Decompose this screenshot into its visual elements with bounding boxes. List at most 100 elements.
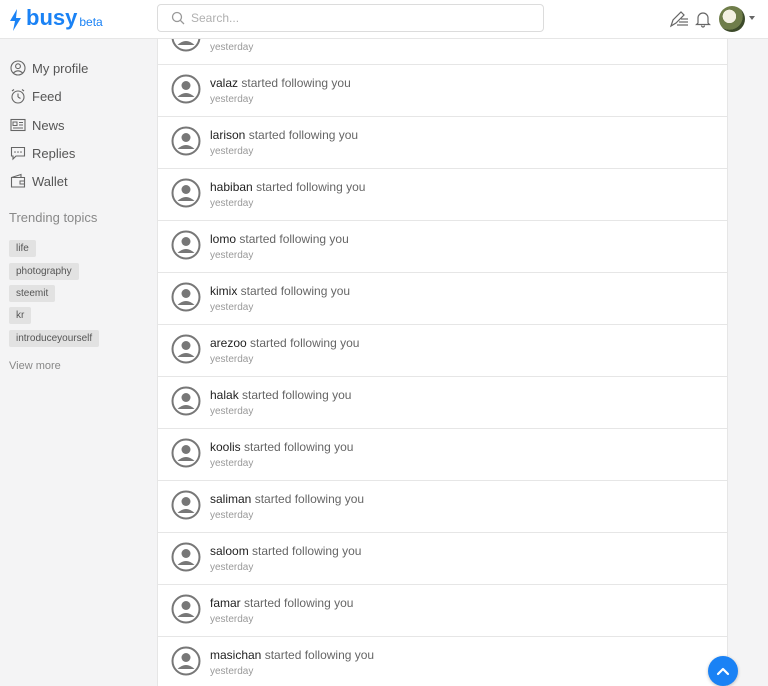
notification-text: halak started following you <box>210 388 351 402</box>
notification-text: habiban started following you <box>210 180 365 194</box>
notification-row[interactable]: arezoo started following you yesterday <box>158 325 727 377</box>
notification-timestamp: yesterday <box>210 250 254 261</box>
sidebar-item-wallet[interactable]: Wallet <box>10 173 68 189</box>
notification-timestamp: yesterday <box>210 406 254 417</box>
logo-beta-label: beta <box>79 15 103 29</box>
notification-text: arezoo started following you <box>210 336 359 350</box>
notification-action: started following you <box>264 648 375 662</box>
default-avatar-icon[interactable] <box>171 334 201 364</box>
bolt-icon <box>10 9 21 31</box>
notification-text: valaz started following you <box>210 76 351 90</box>
notification-username[interactable]: halak <box>210 388 239 402</box>
notification-timestamp: yesterday <box>210 666 254 677</box>
notification-action: started following you <box>242 388 352 402</box>
search-input[interactable] <box>191 11 531 25</box>
notification-username[interactable]: famar <box>210 596 241 610</box>
notification-row[interactable]: halak started following you yesterday <box>158 377 727 429</box>
notification-row[interactable]: koolis started following you yesterday <box>158 429 727 481</box>
notification-username[interactable]: habiban <box>210 180 253 194</box>
notification-row[interactable]: famar started following you yesterday <box>158 585 727 637</box>
notification-row[interactable]: valaz started following you yesterday <box>158 65 727 117</box>
notification-username[interactable]: koolis <box>210 440 241 454</box>
notification-row[interactable]: yesterday <box>158 39 727 65</box>
notifications-feed: yesterday valaz started following you yest… <box>157 39 728 686</box>
notification-timestamp: yesterday <box>210 146 254 157</box>
chat-icon <box>10 146 26 161</box>
notification-text: koolis started following you <box>210 440 353 454</box>
notification-action: started following you <box>244 440 354 454</box>
notification-username[interactable]: kimix <box>210 284 237 298</box>
default-avatar-icon[interactable] <box>171 542 201 572</box>
notification-username[interactable]: lomo <box>210 232 236 246</box>
tag-chip[interactable]: kr <box>9 307 32 324</box>
notification-action: started following you <box>244 596 354 610</box>
notification-timestamp: yesterday <box>210 198 254 209</box>
notification-row[interactable]: masichan started following you yesterday <box>158 637 727 686</box>
sidebar-item-label: My profile <box>32 60 89 76</box>
notification-username[interactable]: valaz <box>210 76 238 90</box>
notification-row[interactable]: lomo started following you yesterday <box>158 221 727 273</box>
tag-chip[interactable]: steemit <box>9 285 56 302</box>
default-avatar-icon[interactable] <box>171 282 201 312</box>
notification-action: started following you <box>252 544 362 558</box>
view-more-link[interactable]: View more <box>9 360 61 372</box>
default-avatar-icon[interactable] <box>171 490 201 520</box>
tag-chip[interactable]: photography <box>9 263 79 280</box>
default-avatar-icon[interactable] <box>171 646 201 676</box>
default-avatar-icon[interactable] <box>171 74 201 104</box>
notification-text: lomo started following you <box>210 232 349 246</box>
tag-chip[interactable]: life <box>9 240 36 257</box>
notifications-button[interactable] <box>692 8 714 30</box>
sidebar-item-label: Wallet <box>32 173 68 189</box>
sidebar-item-replies[interactable]: Replies <box>10 145 75 161</box>
write-post-button[interactable] <box>668 8 690 30</box>
busy-logo[interactable]: busy beta <box>9 5 103 31</box>
trending-topics-heading: Trending topics <box>9 210 98 225</box>
sidebar-item-label: Feed <box>32 88 62 104</box>
sidebar-item-feed[interactable]: Feed <box>10 88 62 104</box>
default-avatar-icon[interactable] <box>171 126 201 156</box>
notification-text: kimix started following you <box>210 284 350 298</box>
sidebar-item-label: News <box>32 117 65 133</box>
notification-row[interactable]: saliman started following you yesterday <box>158 481 727 533</box>
notification-row[interactable]: larison started following you yesterday <box>158 117 727 169</box>
notification-text: larison started following you <box>210 128 358 142</box>
default-avatar-icon[interactable] <box>171 39 201 52</box>
notification-username[interactable]: masichan <box>210 648 261 662</box>
notification-username[interactable]: arezoo <box>210 336 247 350</box>
sidebar-item-news[interactable]: News <box>10 117 65 133</box>
notification-timestamp: yesterday <box>210 42 254 53</box>
default-avatar-icon[interactable] <box>171 178 201 208</box>
sidebar-item-label: Replies <box>32 145 76 161</box>
user-avatar[interactable] <box>719 6 745 32</box>
newspaper-icon <box>10 118 26 132</box>
default-avatar-icon[interactable] <box>171 386 201 416</box>
default-avatar-icon[interactable] <box>171 438 201 468</box>
notification-text: famar started following you <box>210 596 353 610</box>
pen-icon <box>669 11 688 28</box>
default-avatar-icon[interactable] <box>171 594 201 624</box>
chevron-down-icon[interactable] <box>749 16 755 20</box>
notification-row[interactable]: kimix started following you yesterday <box>158 273 727 325</box>
scroll-to-top-button[interactable] <box>708 656 738 686</box>
notification-action: started following you <box>256 180 366 194</box>
notification-username[interactable]: saliman <box>210 492 251 506</box>
search-icon <box>171 11 185 25</box>
notification-row[interactable]: saloom started following you yesterday <box>158 533 727 585</box>
notification-username[interactable]: larison <box>210 128 245 142</box>
notification-timestamp: yesterday <box>210 510 254 521</box>
bell-icon <box>695 12 711 28</box>
sidebar-item-my-profile[interactable]: My profile <box>10 60 88 76</box>
wallet-icon <box>10 173 26 188</box>
top-header: busy beta <box>0 0 768 39</box>
notification-timestamp: yesterday <box>210 302 254 313</box>
notification-action: started following you <box>240 284 351 298</box>
default-avatar-icon[interactable] <box>171 230 201 260</box>
search-box[interactable] <box>157 4 544 32</box>
notification-text: masichan started following you <box>210 648 374 662</box>
tag-chip[interactable]: introduceyourself <box>9 330 100 347</box>
notification-username[interactable]: saloom <box>210 544 249 558</box>
user-circle-icon <box>10 60 26 76</box>
notification-timestamp: yesterday <box>210 562 254 573</box>
notification-row[interactable]: habiban started following you yesterday <box>158 169 727 221</box>
